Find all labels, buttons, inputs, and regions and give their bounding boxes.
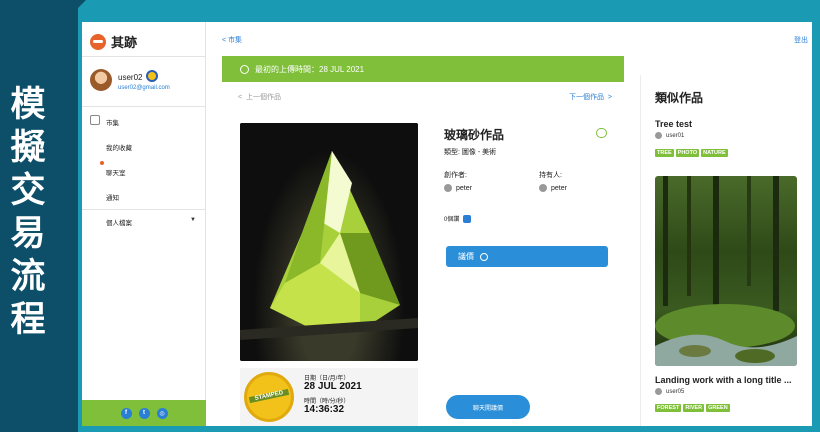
divider bbox=[82, 106, 206, 107]
similar-works-title: 類似作品 bbox=[655, 91, 704, 105]
app-window: 其跡 user02 user02@gmail.com 市集 我的收藏 聊天室 通… bbox=[82, 22, 812, 426]
creator[interactable]: peter bbox=[444, 184, 472, 192]
work-title: 玻璃砂作品 bbox=[444, 128, 505, 142]
tag[interactable]: NATURE bbox=[701, 149, 728, 157]
card-title[interactable]: Tree test bbox=[655, 119, 692, 129]
back-label: 市集 bbox=[228, 37, 243, 44]
sidebar-item-market[interactable]: 市集 bbox=[106, 117, 119, 127]
info-icon bbox=[480, 252, 488, 261]
sidebar-item-profile[interactable]: 個人檔案 ▼ bbox=[106, 217, 196, 227]
unread-dot-icon bbox=[100, 161, 104, 165]
stamped-seal-icon: STAMPED bbox=[244, 372, 294, 422]
card-user: user05 bbox=[655, 388, 684, 395]
back-to-market-link[interactable]: < 市集 bbox=[222, 35, 242, 45]
brand-name: 其跡 bbox=[111, 35, 138, 50]
artwork-image[interactable] bbox=[240, 123, 418, 361]
main-content: < 市集 最初的上傳時間：28 JUL 2021 < 上一個作品 下一個作品 >… bbox=[206, 22, 632, 426]
work-type: 類型: 圖像 - 美術 bbox=[444, 149, 497, 156]
divider bbox=[82, 209, 206, 210]
card-user: user01 bbox=[655, 132, 684, 139]
user-icon bbox=[539, 184, 547, 192]
left-banner: 模擬交易流程 bbox=[0, 0, 86, 432]
tag[interactable]: PHOTO bbox=[675, 149, 700, 157]
card-user-name: user05 bbox=[666, 388, 685, 395]
sidebar: 其跡 user02 user02@gmail.com 市集 我的收藏 聊天室 通… bbox=[82, 22, 206, 426]
likes-count: 0個讚 bbox=[444, 217, 460, 223]
similar-works-panel: 類似作品 Tree test user01 TREE PHOTO NATURE bbox=[640, 75, 808, 426]
social-footer: f t ◎ bbox=[82, 400, 206, 426]
user-name: user02 bbox=[118, 73, 143, 82]
creator-label: 創作者: bbox=[444, 172, 467, 179]
holder[interactable]: peter bbox=[539, 184, 567, 192]
upload-time-text: 最初的上傳時間：28 JUL 2021 bbox=[255, 64, 365, 74]
holder-name: peter bbox=[551, 184, 567, 192]
likes: 0個讚 bbox=[444, 214, 472, 223]
facebook-icon[interactable]: f bbox=[120, 407, 132, 419]
chat-bubble-icon[interactable] bbox=[596, 128, 607, 138]
timestamp-certificate: STAMPED 日期（日/月/年） 28 JUL 2021 時間（時/分/秒） … bbox=[240, 368, 418, 426]
thumbs-up-icon[interactable] bbox=[463, 214, 472, 223]
user-icon bbox=[444, 184, 452, 192]
next-label: 下一個作品 bbox=[569, 94, 605, 101]
tag[interactable]: TREE bbox=[655, 149, 674, 157]
card-tags: TREE PHOTO NATURE bbox=[655, 149, 728, 157]
brand-logo-icon bbox=[90, 33, 106, 50]
date-value: 28 JUL 2021 bbox=[304, 381, 362, 392]
user-icon bbox=[655, 132, 662, 139]
avatar[interactable] bbox=[90, 69, 112, 91]
holder-label: 持有人: bbox=[539, 172, 562, 179]
market-icon bbox=[90, 115, 100, 125]
bid-label: 議價 bbox=[458, 252, 474, 261]
previous-work-link[interactable]: < 上一個作品 bbox=[238, 92, 281, 102]
sidebar-item-favorites[interactable]: 我的收藏 bbox=[106, 142, 132, 152]
clock-icon bbox=[240, 64, 249, 74]
forest-thumbnail[interactable] bbox=[655, 176, 797, 366]
time-value: 14:36:32 bbox=[304, 404, 345, 415]
prev-label: 上一個作品 bbox=[245, 94, 281, 101]
instagram-icon[interactable]: ◎ bbox=[156, 407, 168, 419]
user-email: user02@gmail.com bbox=[118, 85, 170, 91]
user-icon bbox=[655, 388, 662, 395]
chevron-down-icon: ▼ bbox=[190, 217, 196, 223]
verified-badge-icon bbox=[146, 70, 158, 82]
upload-time-banner: 最初的上傳時間：28 JUL 2021 bbox=[222, 56, 624, 82]
twitter-icon[interactable]: t bbox=[138, 407, 150, 419]
glass-sculpture-image bbox=[240, 151, 418, 340]
card-tags: FOREST RIVER GREEN bbox=[655, 404, 730, 412]
logout-link[interactable]: 登出 bbox=[794, 35, 808, 45]
brand[interactable]: 其跡 bbox=[90, 32, 137, 51]
bid-button[interactable]: 議價 bbox=[446, 246, 608, 267]
caption-text: 模擬交易流程 bbox=[10, 85, 46, 340]
next-work-link[interactable]: 下一個作品 > bbox=[569, 92, 612, 102]
sidebar-item-chatroom[interactable]: 聊天室 bbox=[106, 167, 126, 177]
card-title[interactable]: Landing work with a long title ... bbox=[655, 375, 792, 385]
tag[interactable]: FOREST bbox=[655, 404, 682, 412]
chat-negotiate-button[interactable]: 聊天開議價 bbox=[446, 395, 530, 419]
creator-name: peter bbox=[456, 184, 472, 192]
card-user-name: user01 bbox=[666, 132, 685, 139]
stamp-label: STAMPED bbox=[248, 388, 290, 404]
sidebar-item-notifications[interactable]: 通知 bbox=[106, 192, 119, 202]
tag[interactable]: GREEN bbox=[706, 404, 730, 412]
tag[interactable]: RIVER bbox=[683, 404, 705, 412]
profile-label: 個人檔案 bbox=[106, 220, 132, 227]
forest-image bbox=[655, 176, 797, 366]
divider bbox=[82, 56, 206, 57]
